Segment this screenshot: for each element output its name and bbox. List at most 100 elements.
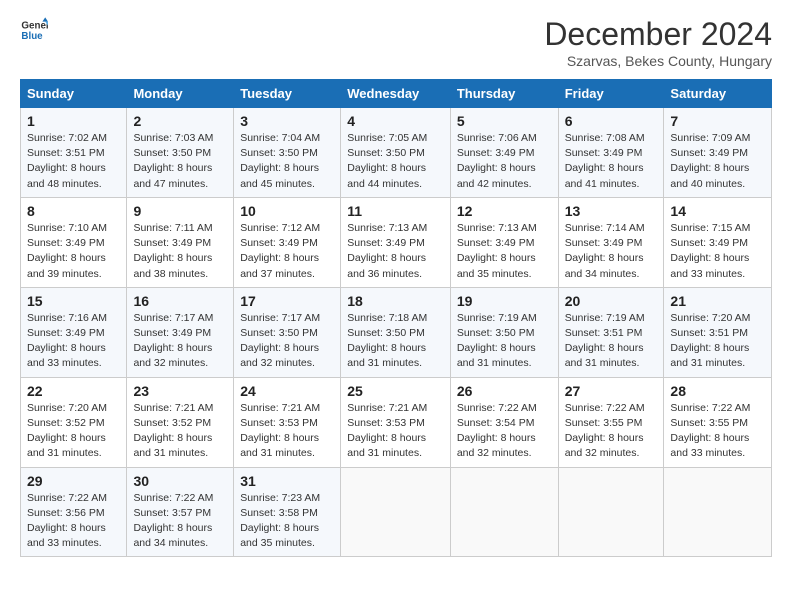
day-info: Sunrise: 7:22 AM Sunset: 3:55 PM Dayligh… <box>670 401 765 462</box>
day-info: Sunrise: 7:08 AM Sunset: 3:49 PM Dayligh… <box>565 131 658 192</box>
day-number: 31 <box>240 473 334 489</box>
day-info: Sunrise: 7:23 AM Sunset: 3:58 PM Dayligh… <box>240 491 334 552</box>
calendar-cell <box>558 467 664 557</box>
day-info: Sunrise: 7:02 AM Sunset: 3:51 PM Dayligh… <box>27 131 120 192</box>
day-info: Sunrise: 7:09 AM Sunset: 3:49 PM Dayligh… <box>670 131 765 192</box>
calendar-cell: 18 Sunrise: 7:18 AM Sunset: 3:50 PM Dayli… <box>341 287 451 377</box>
calendar-cell: 19 Sunrise: 7:19 AM Sunset: 3:50 PM Dayli… <box>450 287 558 377</box>
day-number: 1 <box>27 113 120 129</box>
day-number: 22 <box>27 383 120 399</box>
logo-icon: General Blue <box>20 16 48 44</box>
day-number: 5 <box>457 113 552 129</box>
calendar-cell: 7Sunrise: 7:09 AM Sunset: 3:49 PM Daylig… <box>664 108 772 198</box>
day-info: Sunrise: 7:21 AM Sunset: 3:53 PM Dayligh… <box>347 401 444 462</box>
day-info: Sunrise: 7:04 AM Sunset: 3:50 PM Dayligh… <box>240 131 334 192</box>
week-row-2: 8 Sunrise: 7:10 AM Sunset: 3:49 PM Daylig… <box>21 197 772 287</box>
calendar-cell: 16Sunrise: 7:17 AM Sunset: 3:49 PM Dayli… <box>127 287 234 377</box>
day-info: Sunrise: 7:05 AM Sunset: 3:50 PM Dayligh… <box>347 131 444 192</box>
calendar-cell: 26 Sunrise: 7:22 AM Sunset: 3:54 PM Dayli… <box>450 377 558 467</box>
month-title: December 2024 <box>544 16 772 53</box>
day-info: Sunrise: 7:13 AM Sunset: 3:49 PM Dayligh… <box>457 221 552 282</box>
svg-text:General: General <box>21 21 48 32</box>
day-info: Sunrise: 7:21 AM Sunset: 3:52 PM Dayligh… <box>133 401 227 462</box>
calendar-body: 1 Sunrise: 7:02 AM Sunset: 3:51 PM Daylig… <box>21 108 772 557</box>
day-number: 3 <box>240 113 334 129</box>
day-number: 11 <box>347 203 444 219</box>
header-tuesday: Tuesday <box>234 80 341 108</box>
day-number: 23 <box>133 383 227 399</box>
day-info: Sunrise: 7:19 AM Sunset: 3:50 PM Dayligh… <box>457 311 552 372</box>
calendar-cell: 24 Sunrise: 7:21 AM Sunset: 3:53 PM Dayli… <box>234 377 341 467</box>
calendar-cell: 29Sunrise: 7:22 AM Sunset: 3:56 PM Dayli… <box>21 467 127 557</box>
day-info: Sunrise: 7:18 AM Sunset: 3:50 PM Dayligh… <box>347 311 444 372</box>
day-info: Sunrise: 7:17 AM Sunset: 3:50 PM Dayligh… <box>240 311 334 372</box>
svg-text:Blue: Blue <box>21 31 43 42</box>
calendar-cell: 5Sunrise: 7:06 AM Sunset: 3:49 PM Daylig… <box>450 108 558 198</box>
day-info: Sunrise: 7:11 AM Sunset: 3:49 PM Dayligh… <box>133 221 227 282</box>
header-thursday: Thursday <box>450 80 558 108</box>
day-number: 20 <box>565 293 658 309</box>
title-block: December 2024 Szarvas, Bekes County, Hun… <box>544 16 772 69</box>
day-number: 12 <box>457 203 552 219</box>
logo: General Blue <box>20 16 48 44</box>
day-number: 2 <box>133 113 227 129</box>
day-info: Sunrise: 7:17 AM Sunset: 3:49 PM Dayligh… <box>133 311 227 372</box>
day-number: 25 <box>347 383 444 399</box>
calendar-cell: 14 Sunrise: 7:15 AM Sunset: 3:49 PM Dayli… <box>664 197 772 287</box>
day-number: 26 <box>457 383 552 399</box>
day-number: 9 <box>133 203 227 219</box>
page-header: General Blue December 2024 Szarvas, Beke… <box>20 16 772 69</box>
day-info: Sunrise: 7:14 AM Sunset: 3:49 PM Dayligh… <box>565 221 658 282</box>
day-number: 18 <box>347 293 444 309</box>
calendar-cell: 20Sunrise: 7:19 AM Sunset: 3:51 PM Dayli… <box>558 287 664 377</box>
calendar-cell: 2 Sunrise: 7:03 AM Sunset: 3:50 PM Daylig… <box>127 108 234 198</box>
day-number: 8 <box>27 203 120 219</box>
calendar-table: SundayMondayTuesdayWednesdayThursdayFrid… <box>20 79 772 557</box>
calendar-cell <box>341 467 451 557</box>
day-number: 17 <box>240 293 334 309</box>
day-info: Sunrise: 7:03 AM Sunset: 3:50 PM Dayligh… <box>133 131 227 192</box>
calendar-cell: 1 Sunrise: 7:02 AM Sunset: 3:51 PM Daylig… <box>21 108 127 198</box>
week-row-1: 1 Sunrise: 7:02 AM Sunset: 3:51 PM Daylig… <box>21 108 772 198</box>
day-number: 29 <box>27 473 120 489</box>
day-number: 24 <box>240 383 334 399</box>
day-info: Sunrise: 7:10 AM Sunset: 3:49 PM Dayligh… <box>27 221 120 282</box>
day-number: 13 <box>565 203 658 219</box>
day-info: Sunrise: 7:13 AM Sunset: 3:49 PM Dayligh… <box>347 221 444 282</box>
day-info: Sunrise: 7:22 AM Sunset: 3:55 PM Dayligh… <box>565 401 658 462</box>
week-row-5: 29Sunrise: 7:22 AM Sunset: 3:56 PM Dayli… <box>21 467 772 557</box>
calendar-cell: 6Sunrise: 7:08 AM Sunset: 3:49 PM Daylig… <box>558 108 664 198</box>
day-number: 10 <box>240 203 334 219</box>
day-number: 21 <box>670 293 765 309</box>
calendar-cell: 21 Sunrise: 7:20 AM Sunset: 3:51 PM Dayli… <box>664 287 772 377</box>
day-number: 30 <box>133 473 227 489</box>
day-info: Sunrise: 7:21 AM Sunset: 3:53 PM Dayligh… <box>240 401 334 462</box>
header-sunday: Sunday <box>21 80 127 108</box>
calendar-cell: 15Sunrise: 7:16 AM Sunset: 3:49 PM Dayli… <box>21 287 127 377</box>
day-number: 15 <box>27 293 120 309</box>
calendar-cell: 25 Sunrise: 7:21 AM Sunset: 3:53 PM Dayli… <box>341 377 451 467</box>
calendar-cell: 28Sunrise: 7:22 AM Sunset: 3:55 PM Dayli… <box>664 377 772 467</box>
day-info: Sunrise: 7:22 AM Sunset: 3:54 PM Dayligh… <box>457 401 552 462</box>
calendar-cell: 30 Sunrise: 7:22 AM Sunset: 3:57 PM Dayli… <box>127 467 234 557</box>
calendar-cell: 17 Sunrise: 7:17 AM Sunset: 3:50 PM Dayli… <box>234 287 341 377</box>
calendar-cell: 10Sunrise: 7:12 AM Sunset: 3:49 PM Dayli… <box>234 197 341 287</box>
calendar-cell: 11 Sunrise: 7:13 AM Sunset: 3:49 PM Dayli… <box>341 197 451 287</box>
calendar-cell: 3 Sunrise: 7:04 AM Sunset: 3:50 PM Daylig… <box>234 108 341 198</box>
calendar-cell: 13 Sunrise: 7:14 AM Sunset: 3:49 PM Dayli… <box>558 197 664 287</box>
header-monday: Monday <box>127 80 234 108</box>
location-subtitle: Szarvas, Bekes County, Hungary <box>544 53 772 69</box>
week-row-4: 22 Sunrise: 7:20 AM Sunset: 3:52 PM Dayli… <box>21 377 772 467</box>
day-info: Sunrise: 7:20 AM Sunset: 3:51 PM Dayligh… <box>670 311 765 372</box>
day-number: 19 <box>457 293 552 309</box>
day-info: Sunrise: 7:20 AM Sunset: 3:52 PM Dayligh… <box>27 401 120 462</box>
day-info: Sunrise: 7:15 AM Sunset: 3:49 PM Dayligh… <box>670 221 765 282</box>
calendar-cell: 22 Sunrise: 7:20 AM Sunset: 3:52 PM Dayli… <box>21 377 127 467</box>
day-number: 14 <box>670 203 765 219</box>
header-wednesday: Wednesday <box>341 80 451 108</box>
day-info: Sunrise: 7:22 AM Sunset: 3:57 PM Dayligh… <box>133 491 227 552</box>
calendar-cell: 4Sunrise: 7:05 AM Sunset: 3:50 PM Daylig… <box>341 108 451 198</box>
calendar-cell <box>664 467 772 557</box>
calendar-cell <box>450 467 558 557</box>
calendar-cell: 27Sunrise: 7:22 AM Sunset: 3:55 PM Dayli… <box>558 377 664 467</box>
